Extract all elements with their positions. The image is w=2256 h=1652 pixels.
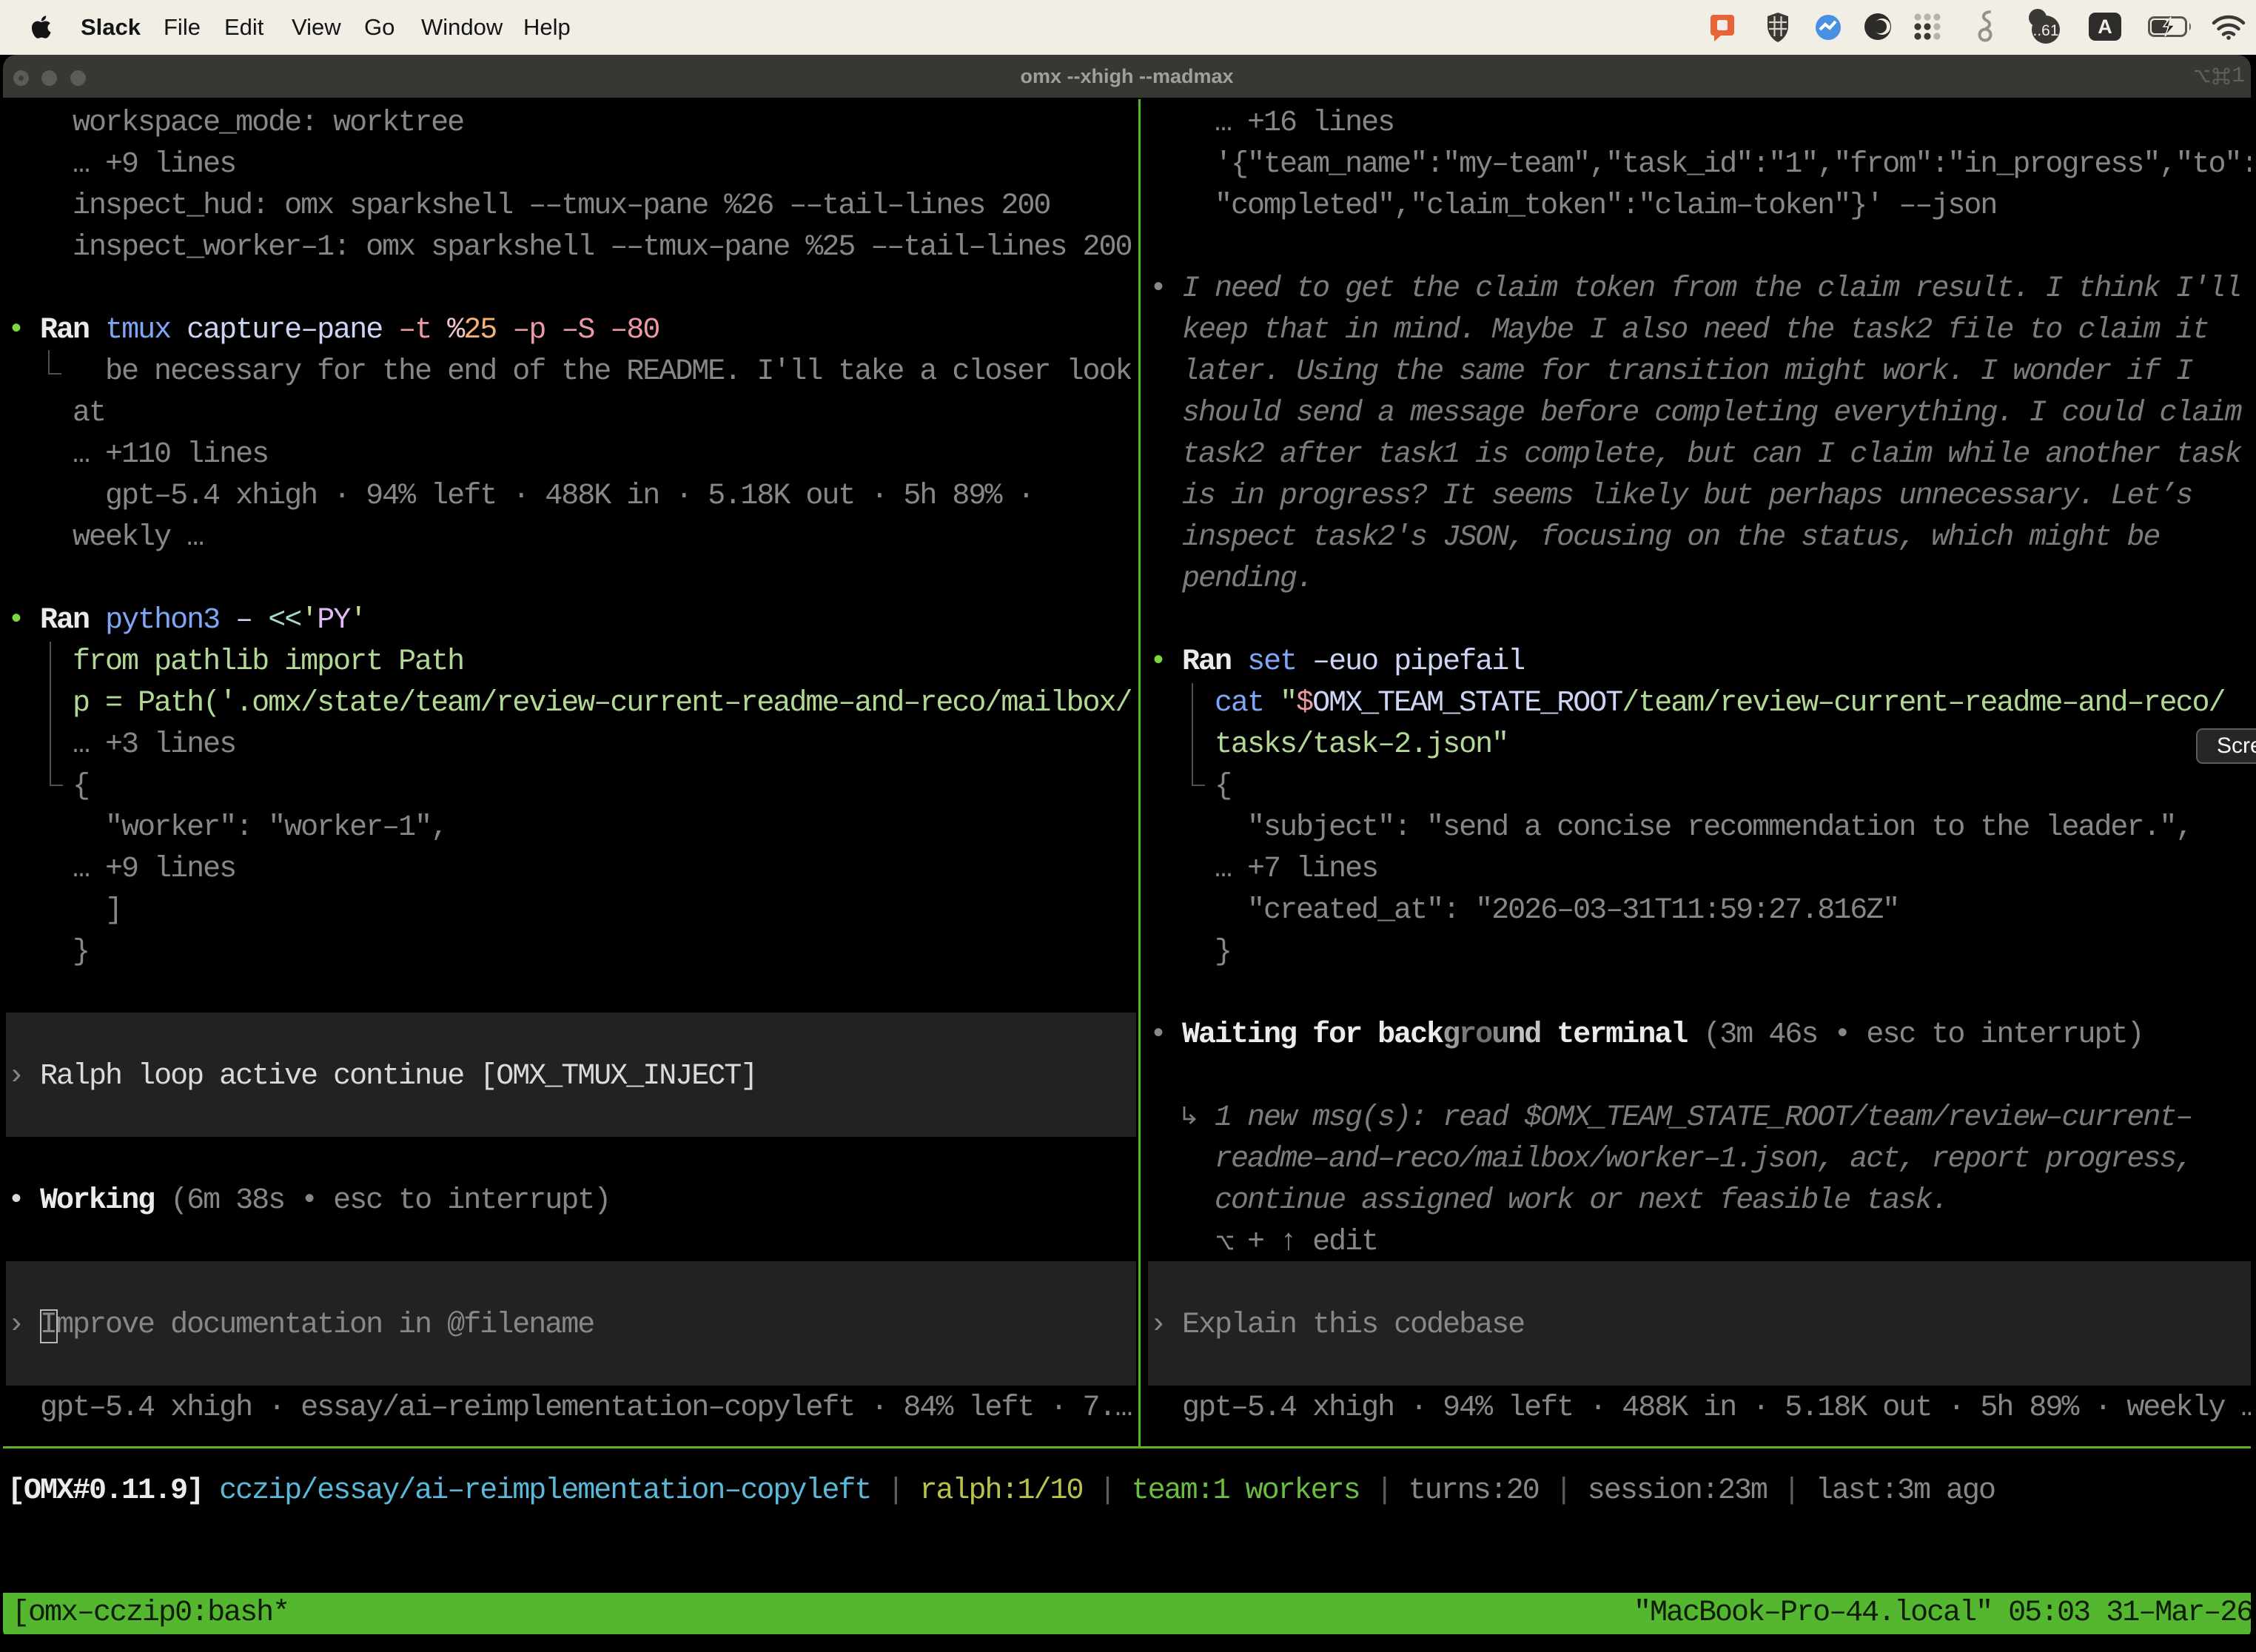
svg-text:..61: ..61 [2032,22,2058,39]
